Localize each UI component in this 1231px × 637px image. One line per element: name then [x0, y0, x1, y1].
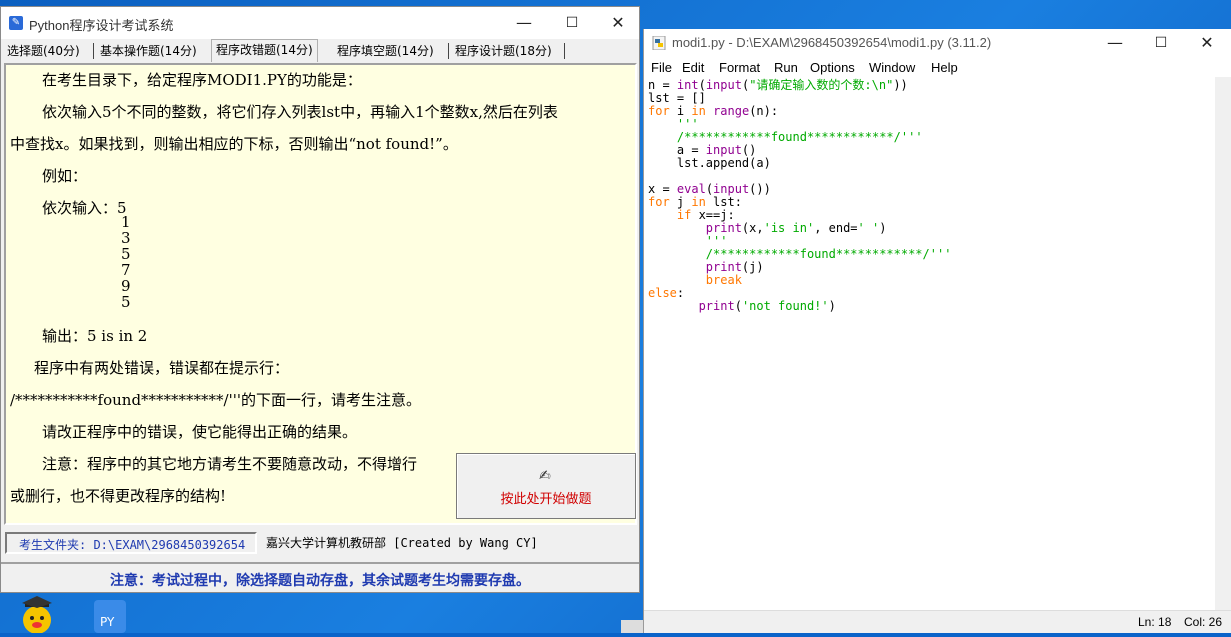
idle-window-title: modi1.py - D:\EXAM\2968450392654\modi1.p…: [672, 35, 992, 50]
code-editor[interactable]: n = int(input("请确定输入数的个数:\n")) lst = [] …: [644, 77, 1216, 621]
idle-statusbar: Ln: 18 Col: 26: [644, 610, 1231, 633]
tab-fill[interactable]: 程序填空题(14分): [333, 41, 438, 61]
start-exam-button[interactable]: ✍ 按此处开始做题: [456, 453, 636, 519]
credit-text: 嘉兴大学计算机教研部 [Created by Wang CY]: [266, 536, 538, 550]
code-text[interactable]: n = int(input("请确定输入数的个数:\n")) lst = [] …: [648, 79, 951, 313]
notice-text: 注意：考试过程中，除选择题自动存盘，其余试题考生均需要存盘。: [110, 573, 530, 589]
question-line: 例如：: [42, 167, 88, 185]
question-line: 依次输入：5: [42, 199, 127, 217]
close-icon[interactable]: ✕: [1184, 29, 1230, 57]
menu-run[interactable]: Run: [774, 60, 798, 75]
exam-window-title: Python程序设计考试系统: [29, 18, 174, 33]
desktop-python-icon[interactable]: PY: [90, 596, 140, 633]
exam-directory-text: 考生文件夹: D:\EXAM\2968450392654: [19, 538, 246, 552]
maximize-icon[interactable]: ☐: [549, 7, 595, 39]
menu-options[interactable]: Options: [810, 60, 855, 75]
tab-basic[interactable]: 基本操作题(14分): [96, 41, 201, 61]
pen-icon: ✍: [539, 468, 551, 484]
vertical-scrollbar[interactable]: [1215, 77, 1231, 621]
minimize-icon[interactable]: —: [1092, 29, 1138, 57]
notice-bar: 注意：考试过程中，除选择题自动存盘，其余试题考生均需要存盘。: [1, 562, 639, 592]
menu-edit[interactable]: Edit: [682, 60, 704, 75]
question-line: 程序中有两处错误，错误都在提示行：: [34, 359, 290, 377]
question-line: 注意：程序中的其它地方请考生不要随意改动，不得增行: [42, 455, 418, 473]
question-line: 请改正程序中的错误，使它能得出正确的结果。: [42, 423, 358, 441]
desktop-mascot-icon[interactable]: [12, 596, 62, 634]
question-tabs: 选择题(40分) 基本操作题(14分) 程序改错题(14分) 程序填空题(14分…: [1, 39, 639, 62]
exam-titlebar[interactable]: ✎ Python程序设计考试系统 — ☐ ✕: [1, 7, 639, 39]
question-line: 或删行，也不得更改程序的结构!: [10, 487, 227, 505]
idle-editor-window: modi1.py - D:\EXAM\2968450392654\modi1.p…: [643, 29, 1231, 633]
python-file-icon: [652, 36, 666, 50]
menu-format[interactable]: Format: [719, 60, 760, 75]
background-window-edge: [621, 620, 643, 633]
exam-directory-box[interactable]: 考生文件夹: D:\EXAM\2968450392654: [5, 532, 257, 554]
menu-window[interactable]: Window: [869, 60, 915, 75]
idle-titlebar[interactable]: modi1.py - D:\EXAM\2968450392654\modi1.p…: [644, 29, 1231, 57]
svg-text:PY: PY: [100, 615, 115, 629]
menu-help[interactable]: Help: [931, 60, 958, 75]
tab-design[interactable]: 程序设计题(18分): [451, 41, 556, 61]
question-line: 输出：5 is in 2: [42, 327, 148, 345]
exam-window: ✎ Python程序设计考试系统 — ☐ ✕ 选择题(40分) 基本操作题(14…: [0, 6, 640, 593]
question-line: 中查找x。如果找到，则输出相应的下标，否则输出“not found!”。: [10, 135, 458, 153]
maximize-icon[interactable]: ☐: [1138, 29, 1184, 57]
question-line: 在考生目录下，给定程序MODI1.PY的功能是：: [42, 71, 362, 89]
question-line: 5: [121, 293, 131, 311]
status-line: Ln: 18: [1138, 615, 1172, 629]
question-line: /***********found***********/'''的下面一行，请考…: [10, 391, 421, 409]
status-column: Col: 26: [1184, 615, 1223, 629]
exam-app-icon: ✎: [9, 16, 23, 30]
menu-file[interactable]: File: [651, 60, 672, 75]
question-line: 依次输入5个不同的整数，将它们存入列表lst中，再输入1个整数x,然后在列表: [42, 103, 558, 121]
tab-separator: [564, 43, 565, 59]
close-icon[interactable]: ✕: [595, 7, 641, 39]
tab-separator: [93, 43, 94, 59]
tab-choice[interactable]: 选择题(40分): [3, 41, 84, 61]
minimize-icon[interactable]: —: [501, 7, 547, 39]
tab-separator: [448, 43, 449, 59]
start-exam-label: 按此处开始做题: [500, 492, 592, 507]
exam-statusbar: 考生文件夹: D:\EXAM\2968450392654 嘉兴大学计算机教研部 …: [1, 528, 639, 558]
idle-menubar: File Edit Format Run Options Window Help: [644, 57, 1231, 77]
tab-debug[interactable]: 程序改错题(14分): [211, 39, 318, 62]
